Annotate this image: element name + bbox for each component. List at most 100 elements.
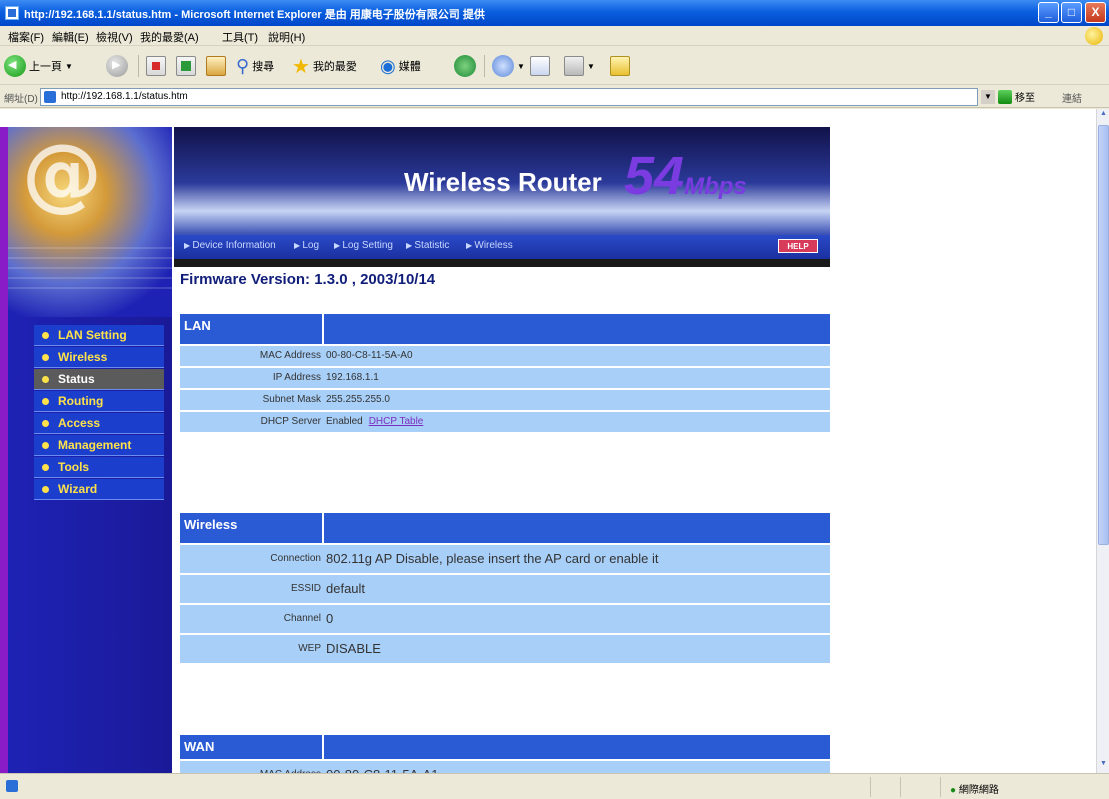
sidebar-item-lan-setting[interactable]: LAN Setting	[34, 325, 164, 346]
scroll-up-icon[interactable]: ▲	[1098, 110, 1109, 122]
back-button[interactable]: 上一頁 ▼	[4, 53, 73, 79]
search-icon: ⚲	[236, 55, 250, 76]
sidebar-item-routing[interactable]: Routing	[34, 391, 164, 412]
address-label: 網址(D)	[4, 94, 38, 105]
row-value: 802.11g AP Disable, please insert the AP…	[326, 551, 659, 566]
media-button[interactable]: ◉ 媒體	[380, 53, 421, 79]
address-dropdown-icon[interactable]: ▼	[981, 90, 995, 104]
favorites-button[interactable]: ★ 我的最愛	[292, 53, 357, 79]
banner-speed: 54Mbps	[624, 145, 747, 207]
messenger-button[interactable]	[610, 53, 630, 79]
forward-arrow-icon	[106, 55, 128, 77]
address-url[interactable]: http://192.168.1.1/status.htm	[61, 91, 188, 102]
vertical-scrollbar[interactable]: ▲ ▼	[1096, 109, 1109, 773]
menu-file[interactable]: 檔案(F)	[8, 29, 44, 45]
top-nav: Device Information Log Log Setting Stati…	[174, 235, 830, 259]
router-banner: Wireless Router 54Mbps Device Informatio…	[174, 127, 830, 267]
minimize-button[interactable]: _	[1038, 2, 1059, 23]
banner-speed-number: 54	[624, 146, 685, 206]
menu-tools[interactable]: 工具(T)	[222, 29, 258, 45]
back-dropdown-icon[interactable]: ▼	[65, 62, 73, 71]
dhcp-table-link[interactable]: DHCP Table	[369, 416, 424, 427]
row-value: 0	[326, 611, 334, 626]
mail-icon	[492, 55, 514, 77]
home-button[interactable]	[206, 53, 226, 79]
help-button[interactable]: HELP	[778, 239, 818, 253]
edit-icon	[564, 56, 584, 76]
title-bar: http://192.168.1.1/status.htm - Microsof…	[0, 0, 1109, 26]
close-button[interactable]: X	[1085, 2, 1106, 23]
mail-dropdown-icon: ▼	[517, 61, 525, 71]
stop-button[interactable]	[146, 53, 166, 79]
sidebar-item-status[interactable]: Status	[34, 369, 164, 390]
nav-log-setting[interactable]: Log Setting	[334, 240, 393, 251]
maximize-button[interactable]: □	[1061, 2, 1082, 23]
status-bar: 網際網路	[0, 773, 1109, 799]
row-label: Channel	[283, 613, 321, 624]
search-button[interactable]: ⚲ 搜尋	[236, 53, 274, 79]
forward-button[interactable]	[106, 53, 128, 79]
menu-favorites[interactable]: 我的最愛(A)	[140, 29, 199, 45]
row-label: WEP	[298, 643, 321, 654]
menu-edit[interactable]: 編輯(E)	[52, 29, 89, 45]
table-row: ESSID default	[180, 573, 830, 603]
page-viewport: @ LAN Setting Wireless Status Routing Ac…	[0, 109, 1096, 773]
internet-zone: 網際網路	[950, 781, 999, 796]
lan-heading: LAN	[180, 314, 324, 344]
lan-table: LAN MAC Address 00-80-C8-11-5A-A0 IP Add…	[180, 314, 830, 432]
sidebar-item-management[interactable]: Management	[34, 435, 164, 456]
row-value: default	[326, 581, 366, 596]
links-button[interactable]: 連結	[1062, 90, 1082, 105]
router-sidebar: @ LAN Setting Wireless Status Routing Ac…	[0, 127, 172, 773]
back-label: 上一頁	[29, 61, 62, 73]
history-button[interactable]	[454, 53, 476, 79]
row-label: Connection	[270, 553, 321, 564]
menu-view[interactable]: 檢視(V)	[96, 29, 133, 45]
go-arrow-icon	[998, 89, 1012, 104]
toolbar: 上一頁 ▼ ⚲ 搜尋 ★ 我的最愛 ◉ 媒體	[0, 47, 1109, 85]
row-value: 255.255.255.0	[326, 394, 390, 405]
mail-button[interactable]: ▼	[492, 53, 525, 79]
sidebar-item-tools[interactable]: Tools	[34, 457, 164, 478]
wan-table: WAN MAC Address 00-80-C8-11-5A-A1	[180, 735, 830, 773]
ie-icon	[5, 6, 19, 20]
nav-log[interactable]: Log	[294, 240, 319, 251]
page-icon	[44, 91, 56, 103]
row-label: Subnet Mask	[262, 394, 321, 405]
row-value: DISABLE	[326, 641, 381, 656]
dhcp-status: Enabled	[326, 416, 363, 427]
wireless-header: Wireless	[180, 513, 830, 543]
sidebar-item-wireless[interactable]: Wireless	[34, 347, 164, 368]
at-symbol-icon: @	[22, 127, 102, 220]
messenger-icon	[610, 56, 630, 76]
row-value: 00-80-C8-11-5A-A1	[326, 761, 438, 773]
table-row: Channel 0	[180, 603, 830, 633]
row-label: MAC Address	[259, 350, 321, 361]
nav-device-information[interactable]: Device Information	[184, 240, 275, 251]
refresh-icon	[176, 56, 196, 76]
sidebar-item-wizard[interactable]: Wizard	[34, 479, 164, 500]
banner-divider	[174, 259, 830, 267]
sidebar-item-access[interactable]: Access	[34, 413, 164, 434]
windows-logo-icon	[1085, 27, 1103, 45]
table-row: DHCP Server Enabled DHCP Table	[180, 410, 830, 432]
scroll-thumb[interactable]	[1098, 125, 1109, 545]
stop-icon	[146, 56, 166, 76]
go-button[interactable]: 移至	[998, 89, 1035, 104]
table-row: MAC Address 00-80-C8-11-5A-A0	[180, 344, 830, 366]
scroll-down-icon[interactable]: ▼	[1098, 760, 1109, 772]
address-input[interactable]: http://192.168.1.1/status.htm	[40, 88, 978, 106]
favorites-star-icon: ★	[292, 55, 310, 78]
wireless-table: Wireless Connection 802.11g AP Disable, …	[180, 513, 830, 663]
menu-help[interactable]: 說明(H)	[268, 29, 305, 45]
row-label: ESSID	[290, 583, 321, 594]
print-button[interactable]	[530, 53, 550, 79]
print-icon	[530, 56, 550, 76]
favorites-label: 我的最愛	[312, 61, 357, 73]
nav-statistic[interactable]: Statistic	[406, 240, 449, 251]
nav-wireless[interactable]: Wireless	[466, 240, 512, 251]
wan-header: WAN	[180, 735, 830, 759]
row-label: MAC Address	[180, 761, 324, 773]
refresh-button[interactable]	[176, 53, 196, 79]
edit-button[interactable]: ▼	[564, 53, 595, 79]
